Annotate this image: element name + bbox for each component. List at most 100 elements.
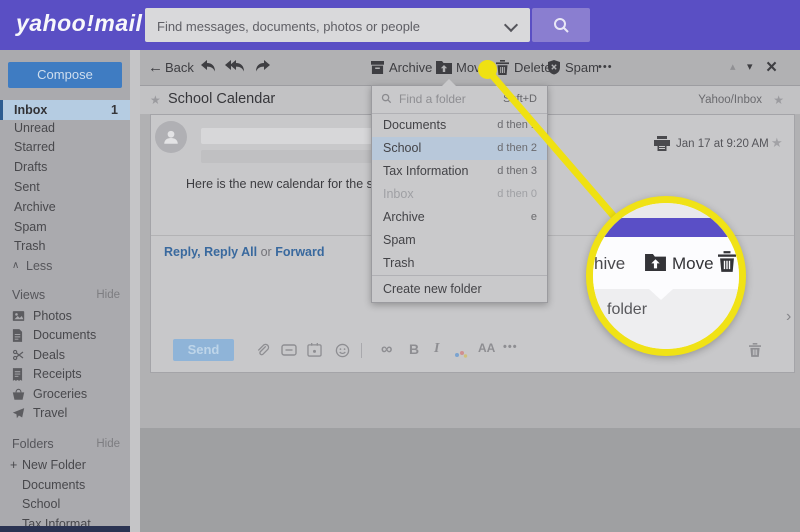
search-icon [381,93,392,104]
views-hide-link[interactable]: Hide [96,286,120,304]
folder-item-documents[interactable]: Documents [0,476,130,495]
message-toolbar: ← Back Archive Move Delete [140,50,800,86]
menu-item-shortcut: d then 3 [497,160,537,183]
reply-all-icon[interactable] [224,59,246,74]
folder-item-school[interactable]: School [0,495,130,514]
menu-item-label: Documents [383,114,446,137]
menu-item-spam[interactable]: Spam [372,229,547,252]
callout-notch [649,289,673,300]
move-folder-icon[interactable] [436,61,452,74]
more-actions-button[interactable]: ••• [598,50,613,85]
views-title: Views [12,286,45,304]
font-size-icon[interactable]: AA [478,341,495,355]
back-button[interactable]: Back [165,50,194,85]
color-palette-icon[interactable] [454,349,468,359]
more-formatting-icon[interactable]: ••• [503,341,518,353]
menu-item-label: Spam [383,229,416,252]
print-icon[interactable] [654,136,670,151]
menu-item-shortcut: d then 0 [497,183,537,206]
sidebar-item-deals[interactable]: Deals [0,346,130,365]
back-arrow-icon[interactable]: ← [148,50,163,85]
delete-button[interactable]: Delete [514,50,552,85]
sidebar-item-trash[interactable]: Trash [0,236,130,256]
menu-item-shortcut: e [531,206,537,229]
yahoo-mail-logo[interactable]: yahoo!mail [16,10,142,37]
sidebar-item-groceries[interactable]: Groceries [0,385,130,404]
chevron-right-icon[interactable]: › [786,308,791,326]
page-background-lower [140,428,800,532]
menu-item-archive[interactable]: Archive e [372,206,547,229]
archive-icon[interactable] [370,61,385,74]
emoji-icon[interactable] [335,343,350,358]
sidebar-item-label: Spam [14,217,47,237]
reply-all-link[interactable]: Reply All [204,245,257,259]
sidebar-item-photos[interactable]: Photos [0,307,130,326]
delete-trash-icon [718,251,736,272]
star-icon[interactable]: ★ [771,135,783,151]
archive-button[interactable]: Archive [389,50,432,85]
reply-icon[interactable] [200,59,217,74]
spam-button[interactable]: Spam [565,50,599,85]
send-button[interactable]: Send [173,339,234,361]
sidebar-item-label: Documents [33,326,96,345]
delete-trash-icon[interactable] [496,60,509,75]
reply-link[interactable]: Reply, [164,245,201,259]
menu-item-school[interactable]: School d then 2 [372,137,547,160]
move-folder-icon [645,254,666,271]
sidebar-item-label: Unread [14,118,55,138]
less-toggle[interactable]: ∧ Less [0,256,130,276]
sidebar-item-label: Trash [14,236,46,256]
folders-hide-link[interactable]: Hide [96,435,120,453]
bold-icon[interactable]: B [409,341,419,357]
sidebar-item-documents[interactable]: Documents [0,326,130,345]
search-input[interactable] [155,8,489,44]
forward-link[interactable]: Forward [275,245,324,259]
chevron-down-icon[interactable] [504,18,518,32]
sidebar-item-archive[interactable]: Archive [0,197,130,217]
callout-origin-dot [478,60,497,79]
new-folder-label: New Folder [22,456,86,475]
create-new-folder-button[interactable]: Create new folder [372,275,547,302]
close-icon[interactable]: × [766,50,777,85]
yahoo-mail-screenshot: yahoo!mail Compose Inbox 1 Unread Starre… [0,0,800,532]
sidebar-item-sent[interactable]: Sent [0,177,130,197]
sidebar-item-unread[interactable]: Unread [0,118,130,138]
sidebar-item-drafts[interactable]: Drafts [0,157,130,177]
menu-item-documents[interactable]: Documents d then 1 [372,114,547,137]
sidebar: Compose Inbox 1 Unread Starred Drafts Se… [0,50,130,532]
compose-button[interactable]: Compose [8,62,122,88]
sidebar-item-travel[interactable]: Travel [0,404,130,423]
sidebar-item-receipts[interactable]: Receipts [0,365,130,384]
folder-label: Documents [22,476,85,495]
sidebar-item-inbox[interactable]: Inbox 1 [0,100,130,120]
new-folder-button[interactable]: + New Folder [0,456,130,475]
menu-item-label: Archive [383,206,425,229]
search-icon [552,16,570,34]
collapse-down-icon[interactable]: ▾ [747,50,753,85]
calendar-icon[interactable] [307,343,322,357]
collapse-up-icon[interactable]: ▴ [730,50,736,85]
menu-item-label: School [383,137,421,160]
discard-draft-icon[interactable] [749,343,761,357]
italic-icon[interactable]: I [434,341,439,357]
gif-icon[interactable] [281,343,297,357]
sidebar-item-spam[interactable]: Spam [0,217,130,237]
search-button[interactable] [532,8,590,42]
forward-icon[interactable] [254,59,271,74]
document-icon [12,329,23,342]
plus-icon: + [10,456,17,475]
link-icon[interactable]: ∞ [381,341,392,359]
sidebar-scrollbar[interactable] [130,50,140,532]
attach-icon[interactable] [255,343,270,358]
star-icon[interactable]: ★ [773,93,784,107]
sender-avatar [155,121,187,153]
menu-item-trash[interactable]: Trash [372,252,547,275]
message-date: Jan 17 at 9:20 AM [676,138,769,150]
search-bar[interactable] [145,8,530,42]
sidebar-item-starred[interactable]: Starred [0,137,130,157]
sidebar-item-label: Inbox [14,100,47,120]
menu-item-tax-information[interactable]: Tax Information d then 3 [372,160,547,183]
spam-shield-icon[interactable] [547,60,561,75]
star-icon[interactable]: ★ [150,93,161,107]
sidebar-item-label: Travel [33,404,67,423]
